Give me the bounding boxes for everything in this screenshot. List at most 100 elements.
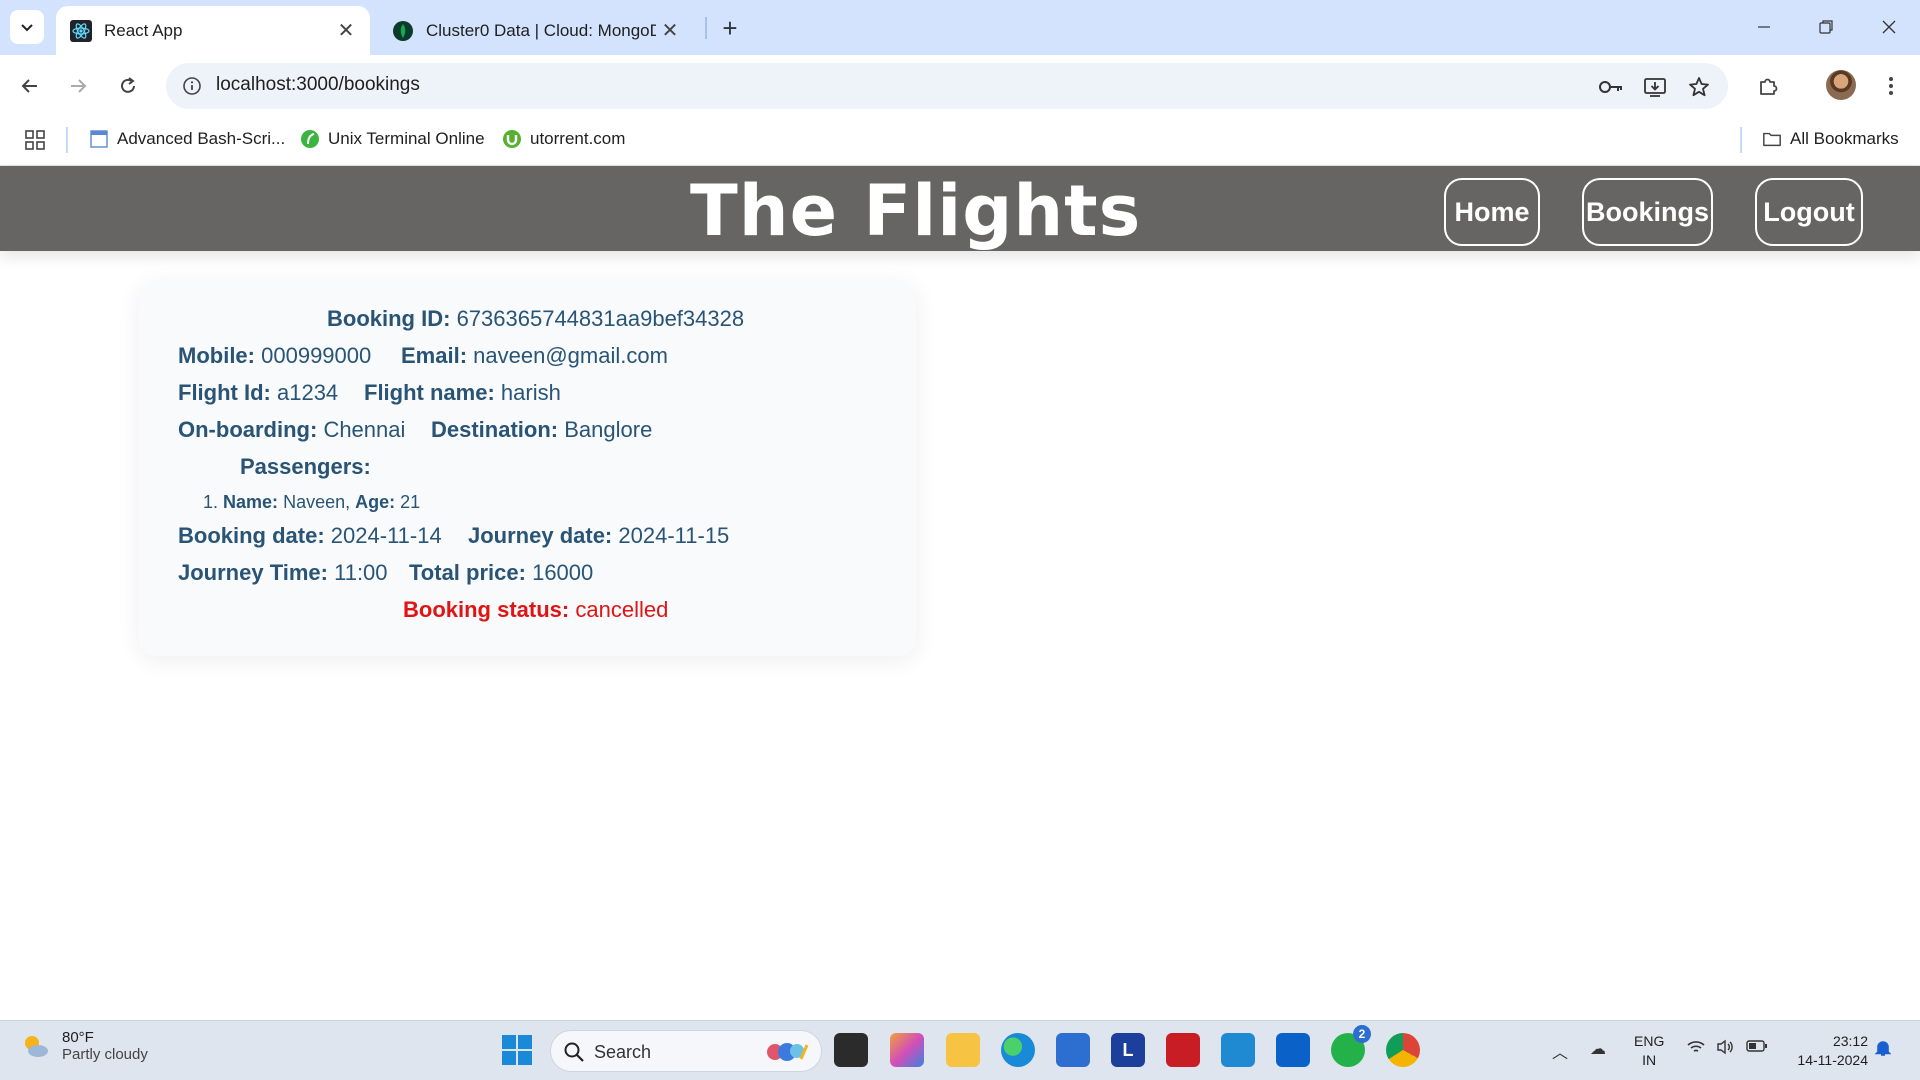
- arrow-left-icon: [21, 79, 37, 93]
- tab-title: React App: [104, 20, 183, 40]
- system-clock[interactable]: 23:12 14-11-2024: [1782, 1032, 1868, 1070]
- wifi-icon[interactable]: [1686, 1039, 1706, 1060]
- passenger-name-label: Name:: [223, 492, 279, 512]
- restore-button[interactable]: [1806, 8, 1846, 46]
- copilot-icon[interactable]: [890, 1033, 924, 1067]
- journey-date-value: 2024-11-15: [618, 523, 730, 548]
- close-window-button[interactable]: [1869, 8, 1909, 46]
- mobile-label: Mobile:: [178, 343, 255, 368]
- edge-icon[interactable]: [1001, 1033, 1035, 1067]
- journey-date-row: Journey date: 2024-11-15: [468, 523, 729, 549]
- booking-status-row: Booking status: cancelled: [403, 597, 668, 623]
- weather-widget[interactable]: 80°F Partly cloudy: [20, 1029, 148, 1063]
- search-label: Search: [594, 1042, 652, 1062]
- notification-bell-icon[interactable]: [1874, 1039, 1892, 1062]
- booking-date-value: 2024-11-14: [330, 523, 442, 548]
- mobile-value: 000999000: [261, 343, 372, 368]
- arrow-right-icon: [71, 79, 87, 93]
- bookmarks-divider: [1740, 127, 1742, 153]
- task-view-icon[interactable]: [834, 1033, 868, 1067]
- mobile-row: Mobile: 000999000: [178, 343, 371, 369]
- passenger-name: Naveen,: [283, 492, 351, 512]
- chrome-icon[interactable]: [1386, 1033, 1420, 1067]
- l-app-icon[interactable]: L: [1111, 1033, 1145, 1067]
- profile-avatar[interactable]: [1826, 70, 1856, 100]
- password-key-icon[interactable]: [1596, 72, 1626, 102]
- journey-time-row: Journey Time: 11:00: [178, 560, 388, 586]
- star-bookmark-icon[interactable]: [1684, 72, 1714, 102]
- language-indicator[interactable]: ENG IN: [1634, 1032, 1664, 1070]
- flight-id-label: Flight Id:: [178, 380, 271, 405]
- chevron-up-icon[interactable]: ︿: [1552, 1039, 1568, 1063]
- terminal-leaf-icon: [300, 129, 320, 149]
- clock-time: 23:12: [1832, 1033, 1868, 1049]
- bookmark-bash[interactable]: Advanced Bash-Scri...: [89, 129, 285, 149]
- volume-icon[interactable]: [1716, 1039, 1736, 1060]
- store-icon[interactable]: [1056, 1033, 1090, 1067]
- close-icon[interactable]: ✕: [656, 17, 684, 45]
- journey-time-label: Journey Time:: [178, 560, 328, 585]
- menu-button[interactable]: [1873, 68, 1909, 104]
- booking-status-label: Booking status:: [403, 597, 570, 622]
- bookmarks-divider: [66, 127, 68, 153]
- bookmarks-bar: Advanced Bash-Scri... Unix Terminal Onli…: [0, 117, 1920, 166]
- taskbar-search[interactable]: Search: [550, 1030, 822, 1072]
- tab-mongodb[interactable]: Cluster0 Data | Cloud: MongoDB ✕: [378, 6, 694, 55]
- onedrive-icon[interactable]: ☁: [1590, 1039, 1606, 1059]
- search-icon: [564, 1042, 584, 1062]
- flight-name-label: Flight name:: [364, 380, 495, 405]
- react-logo-icon: [70, 19, 92, 42]
- install-app-icon[interactable]: [1640, 72, 1670, 102]
- flight-name-row: Flight name: harish: [364, 380, 561, 406]
- dropbox-icon[interactable]: [1276, 1033, 1310, 1067]
- search-highlight-icon: [767, 1043, 809, 1061]
- destination-row: Destination: Banglore: [431, 417, 652, 443]
- vscode-icon[interactable]: [1221, 1033, 1255, 1067]
- nav-home-button[interactable]: Home: [1444, 178, 1540, 246]
- notification-badge: 2: [1353, 1025, 1371, 1043]
- bookmark-label: Unix Terminal Online: [328, 129, 485, 148]
- passenger-age-label: Age:: [355, 492, 396, 512]
- utorrent-icon: [502, 129, 522, 149]
- total-price-label: Total price:: [409, 560, 526, 585]
- flight-name-value: harish: [500, 380, 561, 405]
- folder-icon: [1762, 129, 1782, 149]
- weather-condition: Partly cloudy: [62, 1046, 148, 1063]
- booking-id-value: 6736365744831aa9bef34328: [456, 306, 745, 331]
- booking-date-label: Booking date:: [178, 523, 325, 548]
- back-button[interactable]: [12, 68, 48, 104]
- new-tab-button[interactable]: +: [714, 12, 746, 44]
- onboarding-value: Chennai: [323, 417, 406, 442]
- passenger-age: 21: [400, 492, 421, 512]
- tab-react-app[interactable]: React App ✕: [56, 6, 370, 55]
- apps-grid-icon: [25, 130, 45, 150]
- apps-button[interactable]: [24, 129, 46, 151]
- forward-button[interactable]: [60, 68, 96, 104]
- bookmark-unix-terminal[interactable]: Unix Terminal Online: [300, 129, 485, 149]
- all-bookmarks-button[interactable]: All Bookmarks: [1762, 129, 1899, 149]
- tab-title: Cluster0 Data | Cloud: MongoDB: [426, 20, 656, 40]
- start-button[interactable]: [502, 1035, 532, 1065]
- email-value: naveen@gmail.com: [473, 343, 668, 368]
- flight-id-row: Flight Id: a1234: [178, 380, 338, 406]
- file-explorer-icon[interactable]: [946, 1033, 980, 1067]
- clock-date: 14-11-2024: [1797, 1052, 1868, 1068]
- mcafee-icon[interactable]: [1166, 1033, 1200, 1067]
- booking-date-row: Booking date: 2024-11-14: [178, 523, 442, 549]
- extensions-button[interactable]: [1750, 68, 1786, 104]
- whatsapp-icon[interactable]: 2: [1331, 1025, 1371, 1067]
- nav-bookings-button[interactable]: Bookings: [1582, 178, 1713, 246]
- close-icon[interactable]: ✕: [332, 17, 360, 45]
- url-text: localhost:3000/bookings: [216, 74, 420, 95]
- battery-icon[interactable]: [1746, 1039, 1768, 1058]
- passengers-heading: Passengers:: [240, 454, 371, 479]
- nav-logout-button[interactable]: Logout: [1755, 178, 1863, 246]
- reload-button[interactable]: [110, 68, 146, 104]
- site-info-icon[interactable]: [180, 74, 204, 98]
- app-header: The Flights Home Bookings Logout: [0, 166, 1920, 252]
- bookmark-utorrent[interactable]: utorrent.com: [502, 129, 625, 149]
- address-bar[interactable]: localhost:3000/bookings: [166, 63, 1728, 109]
- minimize-button[interactable]: [1744, 8, 1784, 46]
- tab-search-button[interactable]: [10, 10, 44, 44]
- minimize-icon: [1758, 26, 1770, 28]
